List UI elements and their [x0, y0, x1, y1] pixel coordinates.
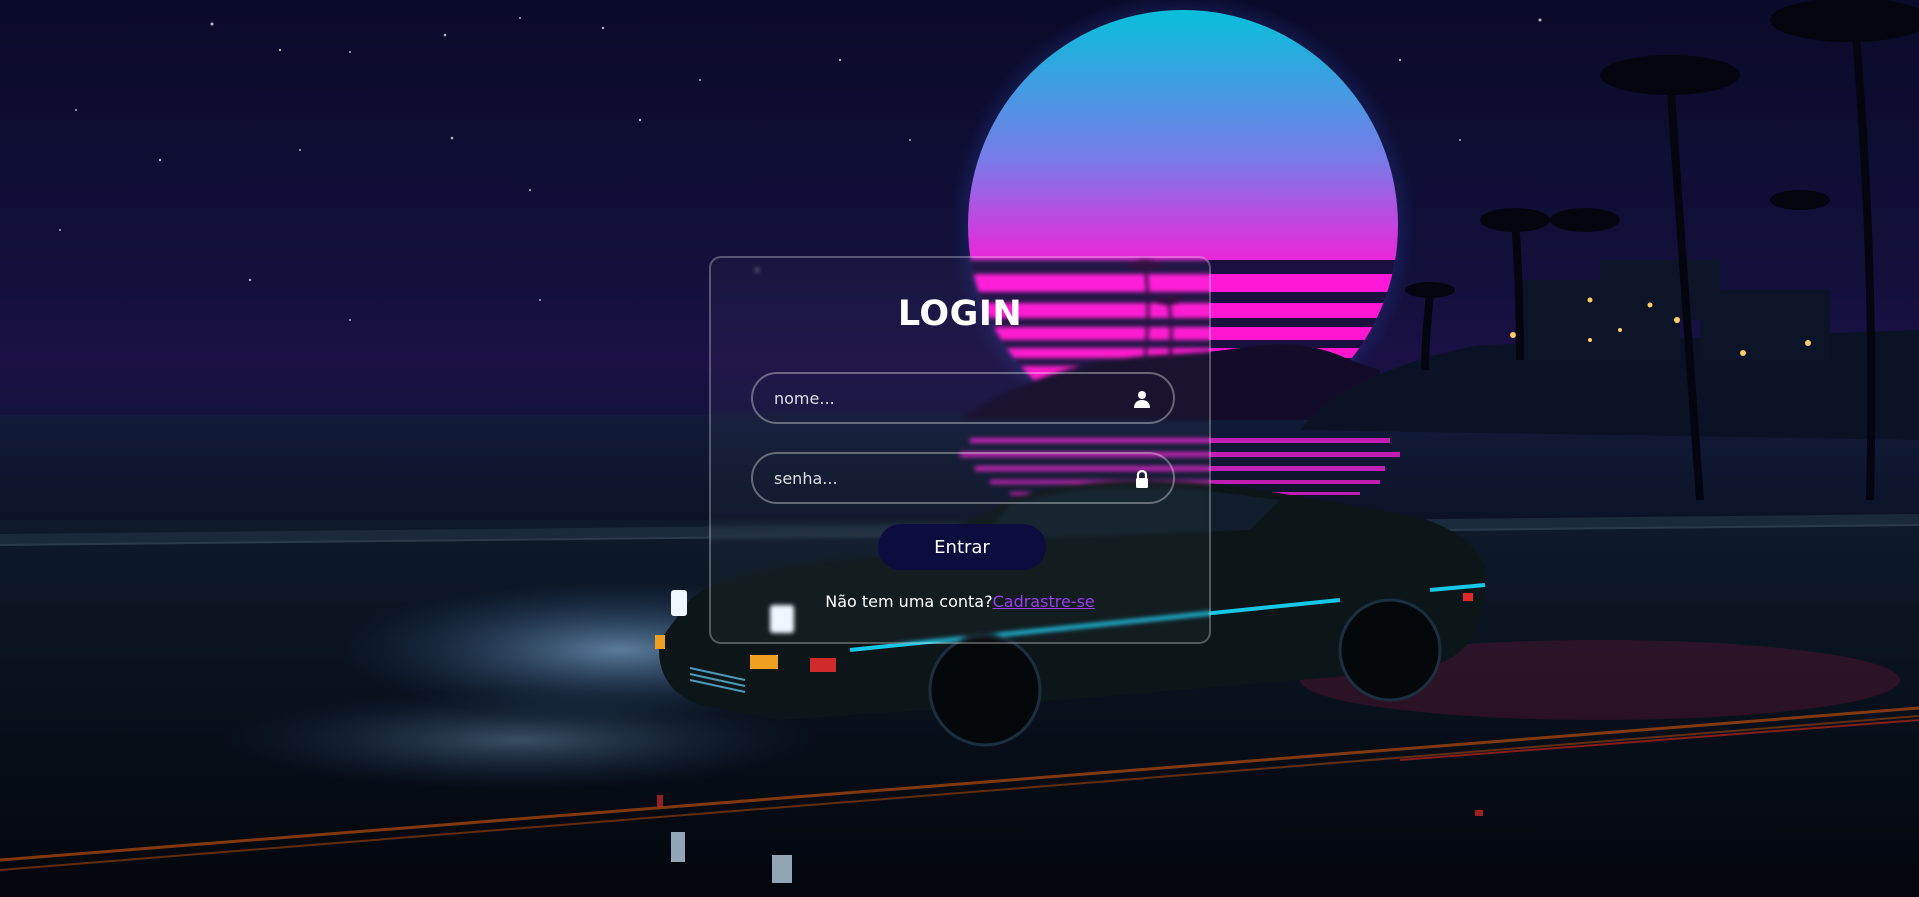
register-prompt-text: Não tem uma conta?: [825, 592, 993, 611]
register-link[interactable]: Cadrastre-se: [993, 592, 1095, 611]
login-button[interactable]: Entrar: [878, 524, 1046, 570]
username-input[interactable]: [753, 374, 1173, 422]
register-prompt-line: Não tem uma conta?Cadrastre-se: [711, 592, 1209, 611]
login-form: LOGIN Entrar Não tem uma conta?Cadrastre…: [709, 256, 1211, 644]
user-icon: [1133, 390, 1151, 408]
lock-icon: [1133, 469, 1151, 488]
password-field-wrapper: [751, 452, 1175, 504]
login-title: LOGIN: [897, 294, 1023, 334]
username-field-wrapper: [751, 372, 1175, 424]
password-input[interactable]: [753, 454, 1173, 502]
